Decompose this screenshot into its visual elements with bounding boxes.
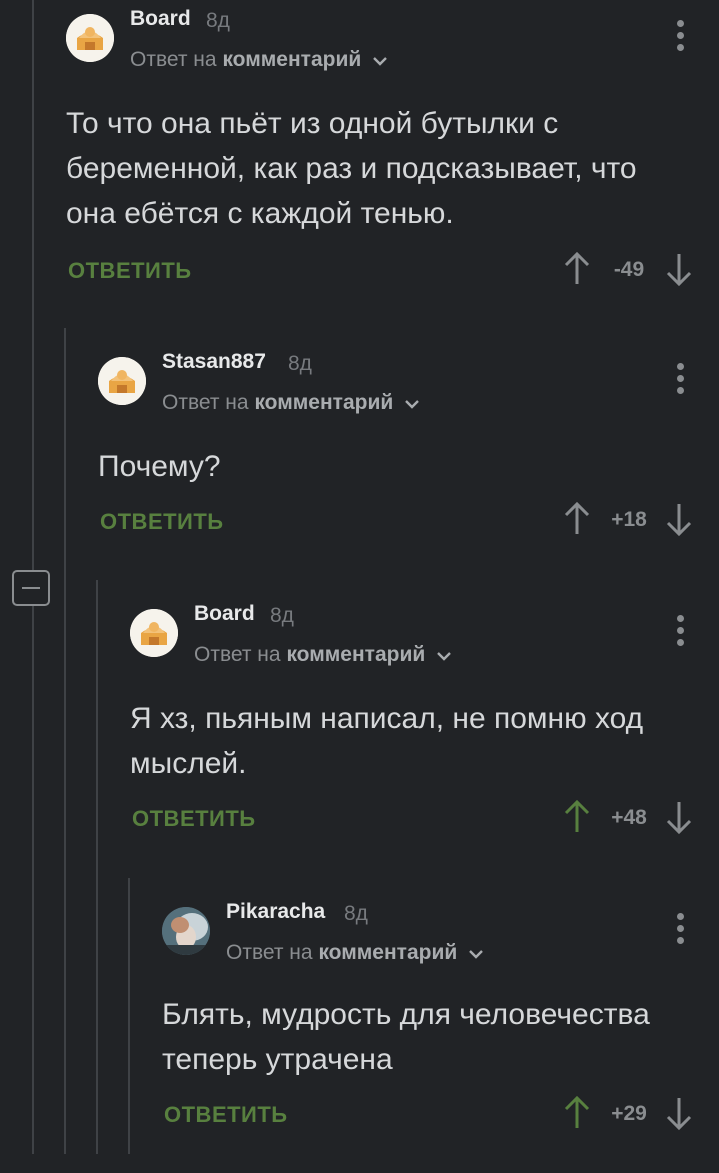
vote-controls: +29 bbox=[563, 1094, 693, 1134]
arrow-down-icon[interactable] bbox=[665, 250, 693, 293]
thread-line bbox=[128, 878, 130, 1154]
reply-to-line: Ответ на комментарий bbox=[194, 643, 451, 667]
thread-line bbox=[96, 580, 98, 1154]
reply-button[interactable]: ОТВЕТИТЬ bbox=[68, 258, 192, 284]
chevron-down-icon[interactable] bbox=[437, 643, 451, 667]
comment-age: 8д bbox=[344, 902, 368, 925]
vote-score: +29 bbox=[611, 1102, 647, 1125]
avatar[interactable] bbox=[162, 907, 210, 955]
avatar[interactable] bbox=[130, 609, 178, 657]
username[interactable]: Stasan887 bbox=[162, 350, 266, 374]
reply-prefix: Ответ на bbox=[130, 48, 217, 71]
thread-line bbox=[64, 328, 66, 1154]
username[interactable]: Pikaracha bbox=[226, 900, 325, 924]
reply-parent-link[interactable]: комментарий bbox=[286, 643, 425, 666]
more-vertical-icon[interactable] bbox=[675, 913, 685, 945]
avatar[interactable] bbox=[66, 14, 114, 62]
vote-controls: +48 bbox=[563, 798, 693, 838]
username[interactable]: Board bbox=[130, 7, 191, 31]
comment: Board 8д Ответ на комментарий То что она… bbox=[66, 0, 719, 287]
reply-prefix: Ответ на bbox=[162, 391, 249, 414]
collapse-minus-icon bbox=[22, 587, 40, 589]
comment-age: 8д bbox=[288, 352, 312, 375]
vote-controls: -49 bbox=[563, 250, 693, 290]
chevron-down-icon[interactable] bbox=[405, 391, 419, 415]
arrow-down-icon[interactable] bbox=[665, 798, 693, 841]
reply-button[interactable]: ОТВЕТИТЬ bbox=[164, 1102, 288, 1128]
comment-text: То что она пьёт из одной бутылки с берем… bbox=[66, 107, 637, 230]
chevron-down-icon[interactable] bbox=[469, 941, 483, 965]
reply-to-line: Ответ на комментарий bbox=[162, 391, 419, 415]
arrow-down-icon[interactable] bbox=[665, 1094, 693, 1137]
comment: Pikaracha 8д Ответ на комментарий Блять,… bbox=[162, 893, 719, 1173]
comment: Stasan887 8д Ответ на комментарий Почему… bbox=[98, 343, 719, 623]
reply-button[interactable]: ОТВЕТИТЬ bbox=[100, 509, 224, 535]
arrow-up-icon[interactable] bbox=[563, 250, 591, 293]
reply-parent-link[interactable]: комментарий bbox=[318, 941, 457, 964]
reply-to-line: Ответ на комментарий bbox=[130, 48, 387, 72]
reply-parent-link[interactable]: комментарий bbox=[254, 391, 393, 414]
reply-button[interactable]: ОТВЕТИТЬ bbox=[132, 806, 256, 832]
reply-prefix: Ответ на bbox=[226, 941, 313, 964]
reply-to-line: Ответ на комментарий bbox=[226, 941, 483, 965]
vote-score: -49 bbox=[613, 258, 645, 281]
vote-score: +48 bbox=[611, 806, 647, 829]
arrow-up-icon[interactable] bbox=[563, 500, 591, 543]
reply-parent-link[interactable]: комментарий bbox=[222, 48, 361, 71]
arrow-up-icon[interactable] bbox=[563, 798, 591, 841]
vote-controls: +18 bbox=[563, 500, 693, 540]
reply-prefix: Ответ на bbox=[194, 643, 281, 666]
comment-text: Я хз, пьяным написал, не помню ход мысле… bbox=[130, 702, 644, 780]
more-vertical-icon[interactable] bbox=[675, 615, 685, 647]
more-vertical-icon[interactable] bbox=[675, 20, 685, 52]
comment-age: 8д bbox=[206, 9, 230, 32]
avatar[interactable] bbox=[98, 357, 146, 405]
more-vertical-icon[interactable] bbox=[675, 363, 685, 395]
comment-age: 8д bbox=[270, 604, 294, 627]
comment: Board 8д Ответ на комментарий Я хз, пьян… bbox=[130, 595, 719, 875]
comment-text: Блять, мудрость для человечества теперь … bbox=[162, 998, 650, 1076]
comment-text: Почему? bbox=[98, 450, 221, 483]
collapse-thread-button[interactable] bbox=[12, 570, 50, 606]
arrow-down-icon[interactable] bbox=[665, 500, 693, 543]
arrow-up-icon[interactable] bbox=[563, 1094, 591, 1137]
chevron-down-icon[interactable] bbox=[373, 48, 387, 72]
vote-score: +18 bbox=[611, 508, 647, 531]
username[interactable]: Board bbox=[194, 602, 255, 626]
